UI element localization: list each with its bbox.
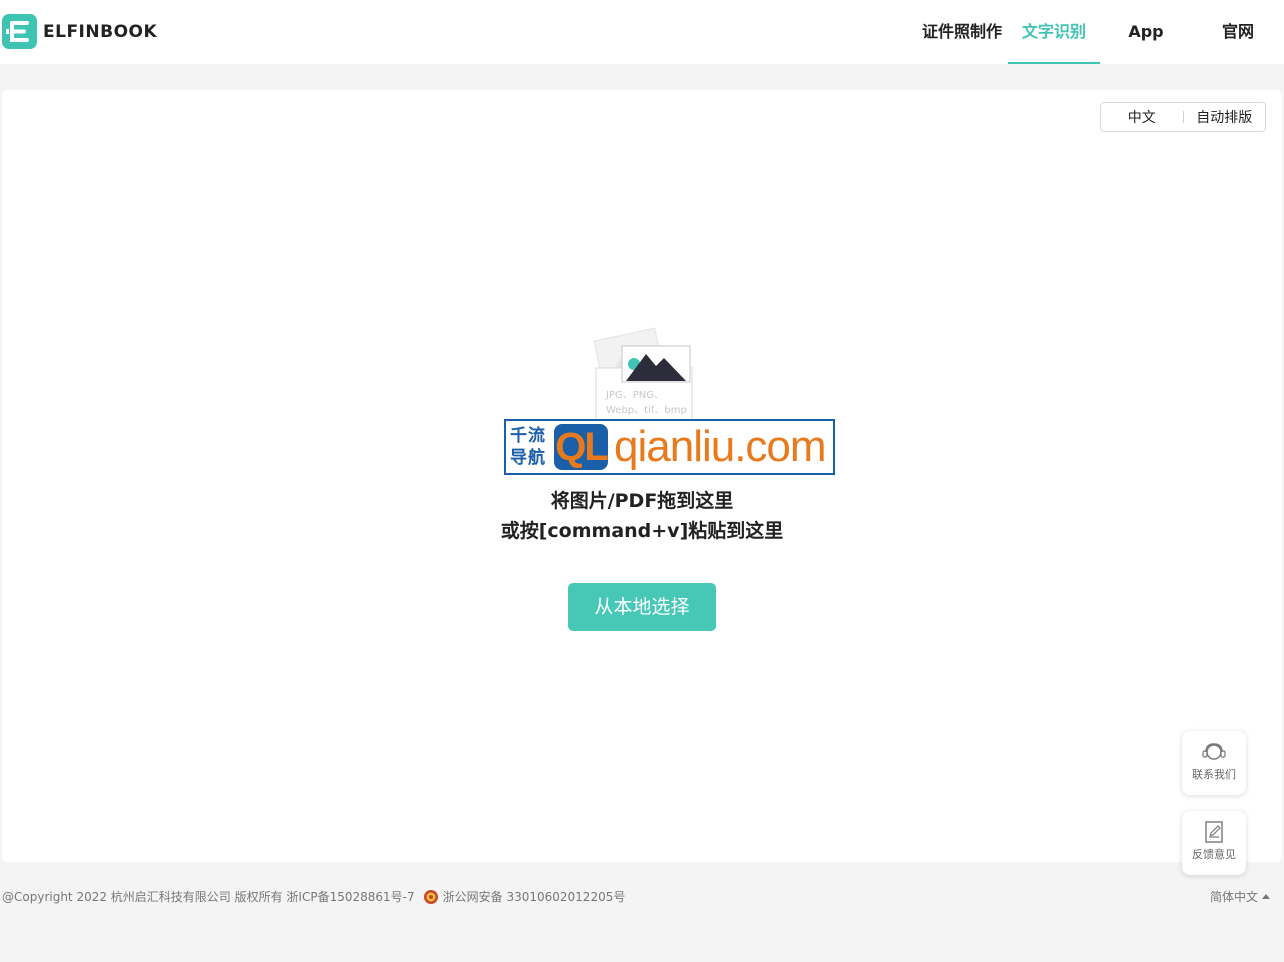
language-switcher[interactable]: 简体中文 <box>1210 888 1270 905</box>
copyright-text[interactable]: @Copyright 2022 杭州启汇科技有限公司 版权所有 浙ICP备150… <box>2 888 415 905</box>
watermark-mark: QL <box>554 424 609 470</box>
ocr-options: 中文 自动排版 <box>1100 102 1266 132</box>
police-record-text[interactable]: 浙公网安备 33010602012205号 <box>443 888 626 905</box>
drop-hint-primary: 将图片/PDF拖到这里 <box>550 490 734 512</box>
upload-illustration: JPG、PNG、 Webp、tif、bmp <box>590 326 700 426</box>
site-watermark: 千流 导航 QL qianliu.com <box>504 419 835 475</box>
feedback-button[interactable]: 反馈意见 <box>1182 811 1246 875</box>
svg-text:Webp、tif、bmp: Webp、tif、bmp <box>606 405 687 416</box>
feedback-label: 反馈意见 <box>1192 848 1236 861</box>
top-header: ELFINBOOK 证件照制作 文字识别 App 官网 <box>0 0 1284 64</box>
image-file-icon: JPG、PNG、 Webp、tif、bmp <box>593 327 693 425</box>
nav-id-photo[interactable]: 证件照制作 <box>916 0 1008 64</box>
watermark-url: qianliu.com <box>614 422 827 471</box>
select-local-file-button[interactable]: 从本地选择 <box>568 583 716 631</box>
brand-name: ELFINBOOK <box>43 21 158 42</box>
svg-text:JPG、PNG、: JPG、PNG、 <box>605 390 664 401</box>
feedback-edit-icon <box>1205 821 1223 843</box>
brand-logo[interactable]: ELFINBOOK <box>2 14 157 49</box>
watermark-cn: 千流 导航 <box>510 426 546 468</box>
nav-app[interactable]: App <box>1100 0 1192 64</box>
contact-us-label: 联系我们 <box>1192 768 1236 781</box>
language-select[interactable]: 中文 <box>1101 107 1183 127</box>
nav-text-recognition[interactable]: 文字识别 <box>1008 0 1100 64</box>
police-badge-icon <box>423 889 438 904</box>
nav-official-site[interactable]: 官网 <box>1192 0 1284 64</box>
caret-up-icon <box>1262 894 1270 899</box>
contact-us-button[interactable]: 联系我们 <box>1182 731 1246 795</box>
elfinbook-logo-icon <box>2 14 37 49</box>
page-footer: @Copyright 2022 杭州启汇科技有限公司 版权所有 浙ICP备150… <box>2 888 625 905</box>
drop-hint-paste: 或按[command+v]粘贴到这里 <box>500 520 784 542</box>
layout-select[interactable]: 自动排版 <box>1184 107 1266 127</box>
upload-card: 中文 自动排版 JPG、PNG、 Webp、tif、bmp 千流 导航 QL q… <box>2 90 1282 862</box>
language-label: 简体中文 <box>1209 890 1258 904</box>
main-nav: 证件照制作 文字识别 App 官网 <box>916 0 1284 64</box>
headset-icon <box>1202 743 1226 760</box>
